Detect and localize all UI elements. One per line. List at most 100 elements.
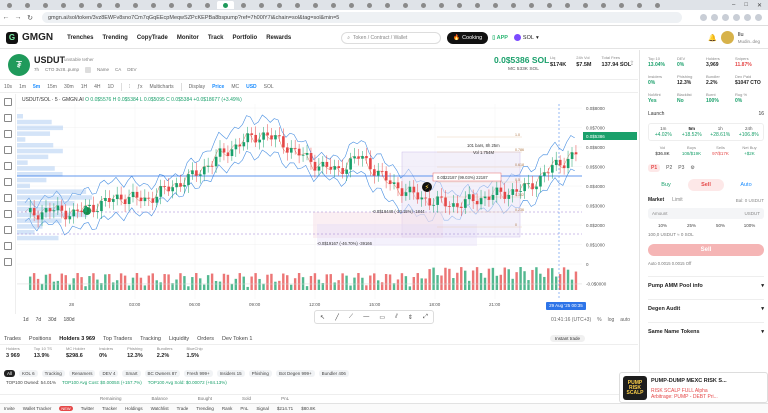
tf-change[interactable]: 1m +4.02% [649,126,678,138]
browser-tab[interactable] [433,1,450,9]
tf-15m[interactable]: 15m [47,84,57,90]
browser-tab[interactable] [415,1,432,9]
pct-10[interactable]: 10% [648,223,677,228]
reload-icon[interactable]: ↻ [24,14,36,22]
browser-tab[interactable] [271,1,288,9]
chain-selector[interactable]: SOL ▾ [513,34,539,41]
tab-positions[interactable]: Positions [29,336,51,342]
filter-chip[interactable]: Phishing [248,370,272,377]
browser-tab[interactable] [325,1,342,9]
status-wallet-tracker[interactable]: Wallet Tracker [23,406,52,411]
browser-tab[interactable] [649,1,666,9]
col-balance[interactable]: Balance [152,396,168,401]
tab-orders[interactable]: Orders [197,336,214,342]
browser-tab[interactable] [487,1,504,9]
brand-logo[interactable]: G GMGN [6,31,53,44]
token-ca-link[interactable]: CA [115,67,121,73]
tf-change-active[interactable]: 5m +18.52% [678,126,707,138]
nav-track[interactable]: Track [208,35,224,41]
filter-chip[interactable]: Insiders 15 [216,370,245,377]
clock-readout[interactable]: 01:41:16 (UTC+3) [551,317,591,323]
pct-25[interactable]: 25% [677,223,706,228]
browser-tab[interactable] [199,1,216,9]
filter-chip[interactable]: BC Owners 87 [144,370,180,377]
browser-tab[interactable] [397,1,414,9]
browser-tab[interactable] [361,1,378,9]
nav-monitor[interactable]: Monitor [177,35,199,41]
browser-tab[interactable] [145,1,162,9]
section-degen-audit[interactable]: Degen Audit ▾ [648,299,764,312]
filter-chip[interactable]: KOL 6 [19,370,38,377]
range-30d[interactable]: 30d [48,317,56,323]
trash-icon[interactable] [4,258,12,266]
copy-icon[interactable] [84,67,91,73]
extension-icon[interactable] [744,14,751,21]
tf-4h[interactable]: 4H [94,84,100,90]
browser-tab[interactable] [289,1,306,9]
status-twitter[interactable]: Twitter [81,406,94,411]
display-button[interactable]: Display [189,84,205,90]
token-name-link[interactable]: Name [97,67,109,73]
measure-icon[interactable] [4,194,12,202]
sol-toggle[interactable]: SOL [264,84,274,90]
pct-50[interactable]: 50% [706,223,735,228]
status-watchlist[interactable]: Watchlist [151,406,169,411]
magnet-icon[interactable] [4,226,12,234]
tab-top-traders[interactable]: Top Traders [103,336,132,342]
price-chart[interactable]: 1.0 0.786 0.618 0.5 0.382 0.236 0 101 bars, 8h … [17,94,638,314]
notification-popup[interactable]: PUMP RISK SCALP PUMP-DUMP MEXC RISK S...… [619,372,768,403]
browser-tab[interactable] [91,1,108,9]
tab-dev-token[interactable]: Dev Token 1 [222,336,252,342]
nav-trending[interactable]: Trending [102,35,127,41]
chart-svg[interactable]: 1.0 0.786 0.618 0.5 0.382 0.236 0 101 bars, 8h … [17,94,638,314]
browser-tab[interactable] [559,1,576,9]
tf-change[interactable]: 1h +28.61% [706,126,735,138]
sell-button[interactable]: Sell [648,244,764,256]
nav-copytrade[interactable]: CopyTrade [137,35,168,41]
tf-5m[interactable]: 5m [33,84,40,90]
minimize-icon[interactable]: – [732,2,735,9]
auto-tab[interactable]: Auto [728,179,764,191]
filter-chip[interactable]: DEV 4 [99,370,119,377]
filter-chip[interactable]: All [4,370,16,377]
back-icon[interactable]: ← [0,14,12,21]
candle-type-icon[interactable]: ⫶ [129,84,130,90]
section-same-name[interactable]: Same Name Tokens ▾ [648,322,764,335]
browser-tab[interactable] [613,1,630,9]
launch-row[interactable]: Launch 16 [648,109,764,119]
share-icon[interactable]: ⇪ [629,60,634,67]
close-icon[interactable]: ✕ [757,2,762,9]
pattern-icon[interactable] [4,178,12,186]
browser-tab[interactable] [181,1,198,9]
preset-p2[interactable]: P2 [666,165,672,171]
forward-icon[interactable]: → [12,14,24,21]
filter-chip[interactable]: Bot Degen 999+ [275,370,315,377]
browser-tab[interactable] [469,1,486,9]
extension-icon[interactable] [733,14,740,21]
nav-portfolio[interactable]: Portfolio [233,35,258,41]
status-rank[interactable]: Rank [222,406,233,411]
col-pnl[interactable]: PnL [281,396,289,401]
extension-icon[interactable] [711,14,718,21]
browser-tab[interactable] [505,1,522,9]
mc-toggle[interactable]: MC [231,84,239,90]
filter-chip[interactable]: Smart [122,370,141,377]
browser-tab-active[interactable] [217,1,234,9]
usd-toggle[interactable]: USD [246,84,257,90]
tab-trades[interactable]: Trades [4,336,21,342]
indicators-icon[interactable]: ƒx [137,84,142,90]
amount-input[interactable]: Amount USDUT [648,208,764,219]
log-toggle[interactable]: log [608,317,615,323]
browser-tab[interactable] [379,1,396,9]
extension-icon[interactable] [700,14,707,21]
app-download-button[interactable]: ▯ APP [492,35,508,41]
status-tracker[interactable]: Tracker [102,406,117,411]
nav-rewards[interactable]: Rewards [266,35,291,41]
browser-tab[interactable] [253,1,270,9]
url-field[interactable]: gmgn.ai/sol/token/3vz8EWFv8sno7Cm7qGqEEc… [42,12,682,23]
bell-icon[interactable]: 🔔 [708,34,717,42]
browser-tab[interactable] [451,1,468,9]
cooking-button[interactable]: 🔥 Cooking [447,31,489,44]
brush-icon[interactable] [4,146,12,154]
zoom-icon[interactable] [4,210,12,218]
